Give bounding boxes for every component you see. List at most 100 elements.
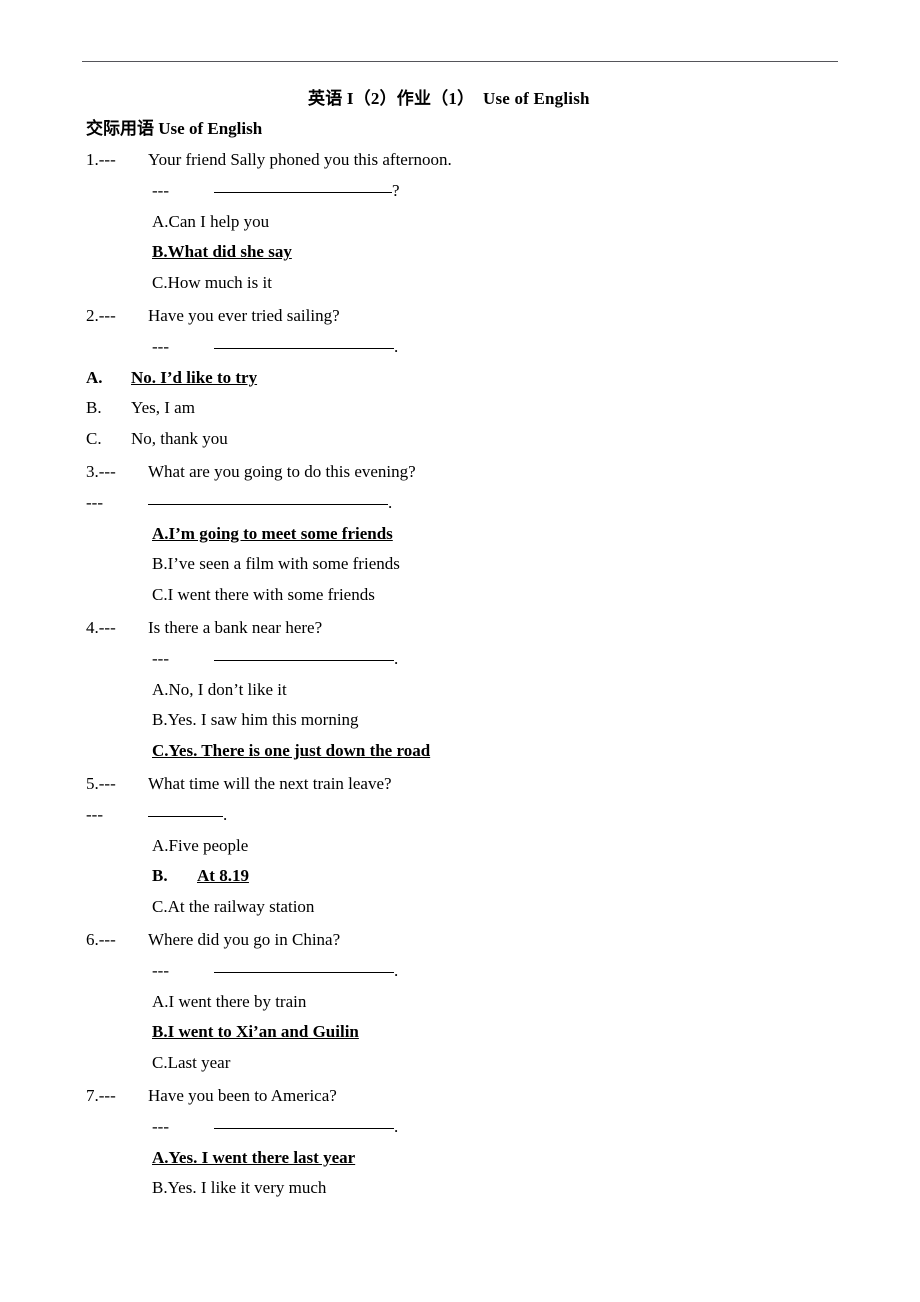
question-block: 6.--- Where did you go in China? ---. A.I w… [0, 925, 920, 1079]
option-text: B. Yes, I am [86, 398, 195, 417]
option-row[interactable]: C.How much is it [0, 268, 920, 299]
answer-dash-marker: --- [86, 492, 103, 512]
fill-in-blank[interactable] [147, 803, 223, 817]
option-row[interactable]: B.What did she say [0, 237, 920, 268]
question-prompt-line: 6.--- Where did you go in China? [0, 925, 920, 956]
answer-blank-line: ---. [0, 332, 920, 363]
question-number: 3.--- [86, 461, 116, 481]
option-text: B.I’ve seen a film with some friends [152, 554, 400, 574]
option-row[interactable]: A.I went there by train [0, 987, 920, 1018]
question-text: Is there a bank near here? [148, 617, 323, 637]
question-block: 5.--- What time will the next train leave… [0, 769, 920, 923]
question-list: 1.--- Your friend Sally phoned you this a… [0, 145, 920, 1204]
option-row[interactable]: B. At 8.19 [0, 861, 920, 892]
option-correct-answer: C.Yes. There is one just down the road [152, 741, 431, 761]
blank-terminator: . [393, 648, 399, 668]
document-body: 英语 I（2）作业（1） Use of English 交际用语 Use of … [0, 86, 920, 1204]
option-text: C.I went there with some friends [152, 585, 375, 605]
question-number: 5.--- [86, 773, 116, 793]
fill-in-blank[interactable] [213, 1115, 394, 1129]
answer-dash-marker: --- [86, 804, 103, 824]
question-prompt-line: 5.--- What time will the next train leave… [0, 769, 920, 800]
option-row[interactable]: C.At the railway station [0, 892, 920, 923]
question-text: What time will the next train leave? [148, 773, 392, 793]
question-text: Your friend Sally phoned you this aftern… [148, 150, 452, 169]
option-row[interactable]: B.I’ve seen a film with some friends [0, 549, 920, 580]
answer-dash-marker: --- [152, 336, 169, 356]
option-row[interactable]: C.I went there with some friends [0, 580, 920, 611]
option-row[interactable]: B.Yes. I saw him this morning [0, 705, 920, 736]
blank-terminator: ? [391, 180, 400, 200]
option-label: Yes, I am [131, 398, 195, 418]
option-text: B.Yes. I saw him this morning [152, 710, 359, 730]
option-text: A.No, I don’t like it [152, 679, 287, 699]
option-text: C.How much is it [152, 273, 272, 293]
option-letter: A. [86, 367, 103, 387]
option-text: A.Can I help you [152, 211, 270, 231]
fill-in-blank[interactable] [213, 959, 394, 973]
option-text: A.Five people [152, 835, 249, 855]
option-row[interactable]: A.I’m going to meet some friends [0, 519, 920, 550]
question-block: 2.--- Have you ever tried sailing? ---. A. N… [0, 301, 920, 455]
option-row[interactable]: B. Yes, I am [0, 393, 920, 424]
blank-terminator: . [222, 804, 228, 824]
option-text: C.At the railway station [152, 897, 315, 917]
question-number: 2.--- [86, 305, 116, 325]
question-text: Have you ever tried sailing? [148, 305, 340, 325]
option-text: C. No, thank you [86, 429, 228, 448]
question-block: 1.--- Your friend Sally phoned you this a… [0, 145, 920, 299]
fill-in-blank[interactable] [213, 179, 392, 193]
question-block: 3.--- What are you going to do this eveni… [0, 457, 920, 611]
question-number: 1.--- [86, 150, 116, 169]
fill-in-blank[interactable] [147, 491, 388, 505]
option-correct-answer: A. No. I’d like to try [86, 368, 257, 387]
question-block: 4.--- Is there a bank near here? ---. A.No,… [0, 613, 920, 767]
option-row[interactable]: A.Five people [0, 831, 920, 862]
option-text: A.I went there by train [152, 991, 307, 1011]
question-prompt-line: 2.--- Have you ever tried sailing? [0, 301, 920, 332]
answer-dash-marker: --- [152, 648, 169, 668]
option-row[interactable]: A.Yes. I went there last year [0, 1143, 920, 1174]
option-row[interactable]: C.Last year [0, 1048, 920, 1079]
question-number: 4.--- [86, 617, 116, 637]
answer-dash-marker: --- [152, 180, 169, 200]
blank-terminator: . [393, 960, 399, 980]
question-prompt-line: 4.--- Is there a bank near here? [0, 613, 920, 644]
answer-blank-line: ---. [0, 1112, 920, 1143]
option-label: No. I’d like to try [131, 367, 258, 387]
option-letter: B. [86, 398, 102, 418]
question-block: 7.--- Have you been to America? ---. A.Yes.… [0, 1081, 920, 1204]
option-correct-answer: B. At 8.19 [152, 866, 249, 885]
question-number: 6.--- [86, 929, 116, 949]
section-heading: 交际用语 Use of English [86, 119, 263, 138]
fill-in-blank[interactable] [213, 647, 394, 661]
option-row[interactable]: C. No, thank you [0, 424, 920, 455]
option-letter: C. [86, 429, 102, 449]
option-text: C.Last year [152, 1053, 231, 1073]
blank-terminator: . [393, 1116, 399, 1136]
option-text: B.Yes. I like it very much [152, 1178, 327, 1198]
option-row[interactable]: A.Can I help you [0, 207, 920, 238]
document-page: 英语 I（2）作业（1） Use of English 交际用语 Use of … [0, 0, 920, 1302]
option-row[interactable]: C.Yes. There is one just down the road [0, 736, 920, 767]
question-number: 7.--- [86, 1085, 116, 1105]
header-divider-rule [82, 61, 838, 62]
option-row[interactable]: A. No. I’d like to try [0, 363, 920, 394]
answer-blank-line: ---? [0, 176, 920, 207]
answer-blank-line: ---. [0, 956, 920, 987]
question-prompt-line: 1.--- Your friend Sally phoned you this a… [0, 145, 920, 176]
question-prompt-line: 7.--- Have you been to America? [0, 1081, 920, 1112]
option-correct-answer: A.Yes. I went there last year [152, 1147, 356, 1167]
fill-in-blank[interactable] [213, 335, 394, 349]
option-correct-answer: A.I’m going to meet some friends [152, 523, 393, 543]
option-letter: B. [152, 866, 168, 886]
option-row[interactable]: B.I went to Xi’an and Guilin [0, 1017, 920, 1048]
answer-blank-line: ---. [0, 800, 920, 831]
question-prompt-line: 3.--- What are you going to do this eveni… [0, 457, 920, 488]
answer-blank-line: ---. [0, 644, 920, 675]
answer-blank-line: ---. [0, 488, 920, 519]
option-row[interactable]: B.Yes. I like it very much [0, 1173, 920, 1204]
question-text: Have you been to America? [148, 1085, 337, 1105]
option-row[interactable]: A.No, I don’t like it [0, 675, 920, 706]
blank-terminator: . [387, 492, 393, 512]
